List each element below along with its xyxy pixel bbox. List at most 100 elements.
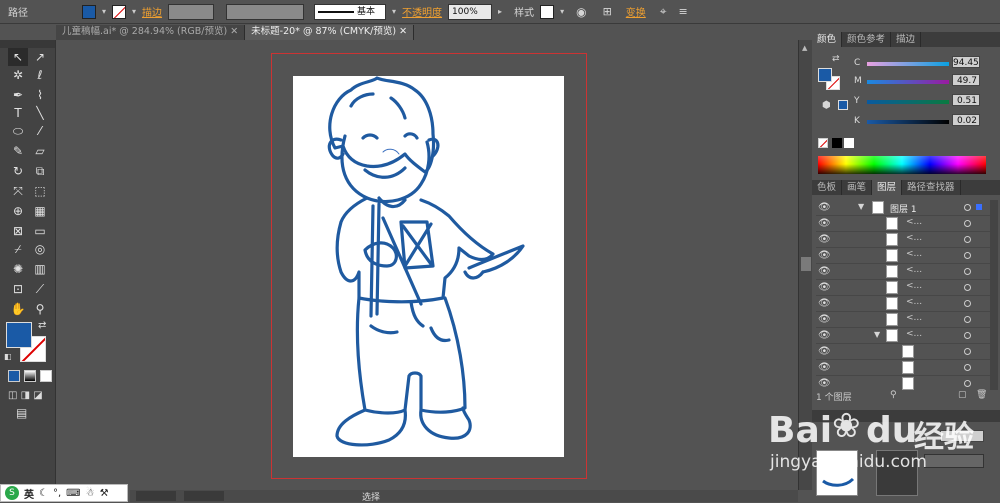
boy-drawing[interactable]: [293, 76, 564, 457]
opacity-field[interactable]: 100%: [448, 3, 493, 20]
channel-m-value[interactable]: 49.7: [952, 74, 980, 86]
tools-icon[interactable]: ⚒: [100, 488, 109, 499]
target-icon[interactable]: [964, 348, 971, 355]
tab-brushes[interactable]: 画笔: [842, 180, 873, 195]
close-icon[interactable]: ✕: [399, 26, 407, 37]
magic-wand-tool-icon[interactable]: ✲: [8, 66, 28, 84]
sublayer-row[interactable]: 👁: [816, 360, 992, 376]
artboard-tool-icon[interactable]: ⊡: [8, 280, 28, 298]
stroke-swatch[interactable]: [112, 4, 127, 19]
fill-color-box[interactable]: [6, 322, 32, 348]
black-swatch[interactable]: [832, 138, 842, 148]
chevron-down-icon[interactable]: ▼: [874, 330, 880, 339]
gradient-tool-icon[interactable]: ▭: [30, 222, 50, 240]
keyboard-icon[interactable]: ⌨: [66, 488, 80, 499]
sublayer-row[interactable]: 👁 <...: [816, 296, 992, 312]
drawing-mode-icon[interactable]: ◫ ◨ ◪: [8, 390, 43, 401]
sublayer-row[interactable]: 👁: [816, 344, 992, 360]
sublayer-row[interactable]: 👁 ▼ <...: [816, 328, 992, 344]
eye-icon[interactable]: 👁: [818, 250, 831, 261]
symbol-sprayer-tool-icon[interactable]: ✺: [8, 260, 28, 278]
eye-icon[interactable]: 👁: [818, 218, 831, 229]
web-safe-swatch[interactable]: [838, 100, 848, 110]
chevron-down-icon[interactable]: ▾: [392, 7, 396, 16]
selection-square-icon[interactable]: [976, 204, 982, 210]
target-icon[interactable]: [964, 236, 971, 243]
isolate-icon[interactable]: ⌖: [660, 4, 667, 19]
channel-y-value[interactable]: 0.51: [952, 94, 980, 106]
chevron-down-icon[interactable]: ▾: [560, 7, 564, 16]
blend-tool-icon[interactable]: ◎: [30, 240, 50, 258]
color-spectrum[interactable]: [818, 156, 986, 174]
direct-selection-tool-icon[interactable]: ↗: [30, 48, 50, 66]
eye-icon[interactable]: 👁: [818, 314, 831, 325]
scale-tool-icon[interactable]: ⧉: [30, 162, 50, 180]
tab-layers[interactable]: 图层: [872, 180, 903, 195]
eye-icon[interactable]: 👁: [818, 362, 831, 373]
ime-mode[interactable]: 英: [24, 486, 34, 501]
sublayer-row[interactable]: 👁 <...: [816, 216, 992, 232]
shape-builder-tool-icon[interactable]: ⊕: [8, 202, 28, 220]
target-icon[interactable]: [964, 300, 971, 307]
chevron-down-icon[interactable]: ▾: [102, 7, 106, 16]
new-layer-icon[interactable]: ▢: [958, 390, 967, 400]
screen-mode-icon[interactable]: ▤: [16, 406, 27, 420]
none-swatch[interactable]: [818, 138, 828, 148]
slice-tool-icon[interactable]: ⟋: [30, 280, 50, 298]
style-swatch[interactable]: [540, 4, 555, 19]
panel-fill-swatch[interactable]: [818, 68, 832, 82]
type-tool-icon[interactable]: T: [8, 104, 28, 122]
target-icon[interactable]: [964, 220, 971, 227]
recolor-icon[interactable]: ◉: [576, 5, 586, 19]
tab-color[interactable]: 颜色: [812, 32, 843, 47]
mesh-tool-icon[interactable]: ⊠: [8, 222, 28, 240]
sublayer-row[interactable]: 👁 <...: [816, 312, 992, 328]
target-icon[interactable]: [964, 364, 971, 371]
trash-icon[interactable]: 🗑: [976, 390, 987, 400]
chevron-down-icon[interactable]: ▼: [858, 202, 864, 211]
color-mode-icon[interactable]: [8, 370, 20, 382]
channel-m-slider[interactable]: [867, 80, 949, 84]
channel-y-slider[interactable]: [867, 100, 949, 104]
tab-pathfinder[interactable]: 路径查找器: [902, 180, 961, 195]
scroll-up-icon[interactable]: ▲: [802, 44, 807, 52]
eye-icon[interactable]: 👁: [818, 378, 831, 389]
channel-k-slider[interactable]: [867, 120, 949, 124]
sublayer-row[interactable]: 👁 <...: [816, 264, 992, 280]
eye-icon[interactable]: 👁: [818, 346, 831, 357]
eye-icon[interactable]: 👁: [818, 266, 831, 277]
target-icon[interactable]: [964, 204, 971, 211]
scroll-thumb[interactable]: [801, 257, 811, 271]
chevron-down-icon[interactable]: ▾: [132, 7, 136, 16]
white-swatch[interactable]: [844, 138, 854, 148]
sogou-logo-icon[interactable]: S: [5, 486, 19, 500]
swap-colors-icon[interactable]: ⇄: [38, 320, 46, 331]
sublayer-row[interactable]: 👁 <...: [816, 248, 992, 264]
channel-c-value[interactable]: 94.45: [952, 56, 980, 68]
eye-icon[interactable]: 👁: [818, 282, 831, 293]
selection-tool-icon[interactable]: ↖: [8, 48, 28, 66]
target-icon[interactable]: [964, 252, 971, 259]
lasso-tool-icon[interactable]: ℓ: [30, 66, 50, 84]
tab-stroke[interactable]: 描边: [891, 32, 922, 47]
width-tool-icon[interactable]: ⤧: [8, 182, 28, 200]
eye-icon[interactable]: 👁: [818, 330, 831, 341]
perspective-grid-tool-icon[interactable]: ▦: [30, 202, 50, 220]
sublayer-row[interactable]: 👁: [816, 376, 992, 390]
curvature-tool-icon[interactable]: ⌇: [30, 86, 50, 104]
doc-tab-1[interactable]: 儿童稿幅.ai* @ 284.94% (RGB/预览) ✕: [56, 25, 246, 40]
skin-icon[interactable]: ☃: [86, 488, 95, 499]
doc-tab-2[interactable]: 未标题-20* @ 87% (CMYK/预览) ✕: [245, 25, 415, 40]
target-icon[interactable]: [964, 268, 971, 275]
make-mask-button[interactable]: [924, 454, 984, 468]
moon-icon[interactable]: ☾: [39, 488, 48, 499]
canvas-area[interactable]: [56, 40, 798, 490]
pen-tool-icon[interactable]: ✒: [8, 86, 28, 104]
variable-width-dropdown[interactable]: [226, 3, 305, 20]
target-icon[interactable]: [964, 284, 971, 291]
sublayer-row[interactable]: 👁 <...: [816, 232, 992, 248]
layer-scrollbar[interactable]: [990, 200, 998, 390]
opacity-link[interactable]: 不透明度: [402, 4, 442, 19]
fill-swatch[interactable]: [82, 4, 96, 19]
gradient-mode-icon[interactable]: [24, 370, 36, 382]
